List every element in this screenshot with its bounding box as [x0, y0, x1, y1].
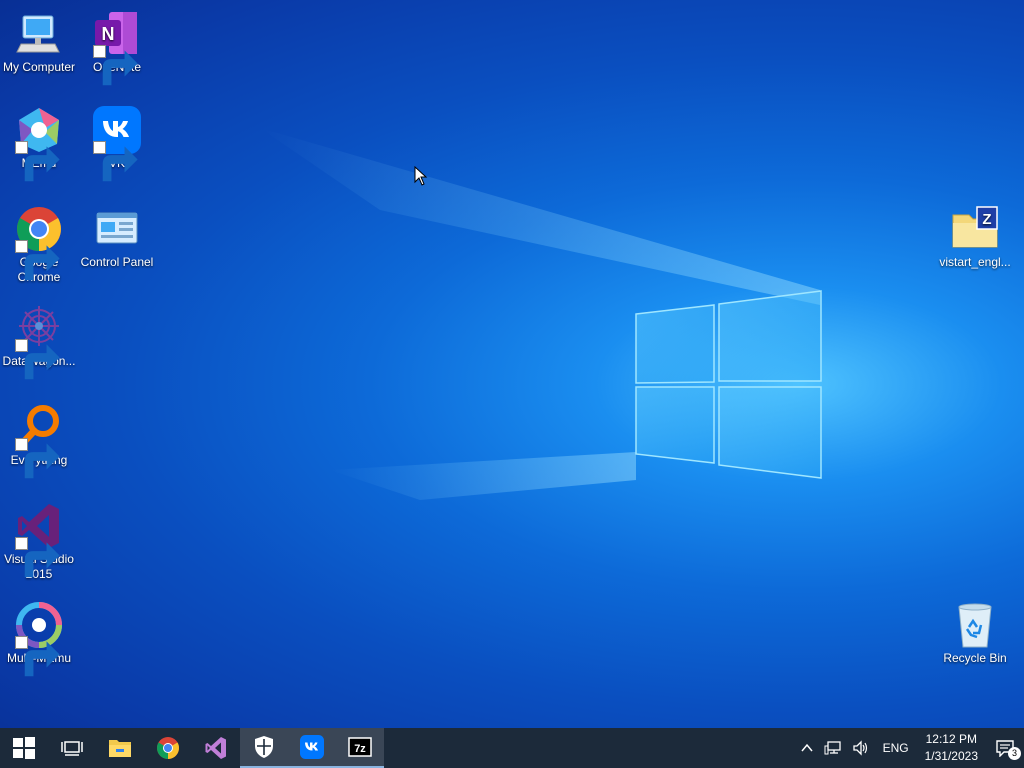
onenote-icon: N	[93, 10, 141, 86]
desktop-icon-label: My Computer	[2, 60, 76, 74]
control-panel-icon	[93, 205, 141, 253]
vk-button[interactable]	[288, 728, 336, 768]
shortcut-arrow-icon	[93, 141, 138, 182]
desktop-icon-onenote[interactable]: N OneNote	[78, 10, 156, 86]
recycle-bin-icon	[951, 601, 999, 649]
shortcut-arrow-icon	[15, 438, 60, 479]
security-button[interactable]	[240, 728, 288, 768]
taskbar: 7z ENG 12:12 PM 1/31/2023 3	[0, 728, 1024, 768]
visual-studio-icon	[15, 502, 63, 578]
chrome-icon	[15, 205, 63, 281]
desktop-icon-everything[interactable]: Everything	[0, 403, 78, 479]
desktop-icon-visual-studio[interactable]: Visual Studio 2015	[0, 502, 78, 582]
datawagon-icon	[15, 304, 63, 380]
chevron-up-icon	[801, 743, 813, 752]
desktop-icon-google-chrome[interactable]: Google Chrome	[0, 205, 78, 285]
svg-text:Z: Z	[982, 211, 991, 228]
file-explorer-button[interactable]	[96, 728, 144, 768]
action-center-button[interactable]: 3	[986, 728, 1024, 768]
visual-studio-icon	[205, 737, 226, 759]
system-tray: ENG 12:12 PM 1/31/2023 3	[795, 728, 1024, 768]
language-label: ENG	[882, 741, 909, 755]
task-view-icon	[61, 741, 83, 756]
language-indicator[interactable]: ENG	[875, 728, 917, 768]
show-hidden-icons-button[interactable]	[795, 728, 819, 768]
mouse-cursor-icon	[414, 166, 428, 186]
shield-icon	[255, 736, 273, 758]
notification-count-badge: 3	[1008, 747, 1021, 760]
chrome-icon	[157, 737, 179, 759]
vk-icon	[300, 735, 324, 759]
chrome-button[interactable]	[144, 728, 192, 768]
shortcut-arrow-icon	[15, 339, 60, 380]
desktop-icon-label: Control Panel	[80, 255, 154, 269]
zip-folder-icon: Z	[951, 205, 999, 253]
multi-memu-icon	[15, 601, 63, 677]
desktop-icon-control-panel[interactable]: Control Panel	[78, 205, 156, 270]
desktop-icon-label: vistart_engl...	[939, 255, 1011, 269]
7zip-button[interactable]: 7z	[336, 728, 384, 768]
clock[interactable]: 12:12 PM 1/31/2023	[917, 728, 986, 768]
memu-icon	[15, 106, 63, 182]
desktop-icon-multi-memu[interactable]: Multi-MEmu	[0, 601, 78, 677]
desktop-icon-vistart-zip[interactable]: Z vistart_engl...	[936, 205, 1014, 270]
desktop-icon-memu[interactable]: MEmu	[0, 106, 78, 182]
shortcut-arrow-icon	[93, 45, 138, 86]
svg-text:N: N	[102, 24, 115, 44]
shortcut-arrow-icon	[15, 240, 60, 281]
svg-text:7z: 7z	[354, 743, 366, 755]
task-view-button[interactable]	[48, 728, 96, 768]
desktop-icon-recycle-bin[interactable]: Recycle Bin	[936, 601, 1014, 666]
visual-studio-button[interactable]	[192, 728, 240, 768]
clock-date: 1/31/2023	[924, 749, 978, 763]
clock-time: 12:12 PM	[925, 732, 977, 746]
network-icon	[824, 741, 841, 755]
vk-icon	[93, 106, 141, 182]
shortcut-arrow-icon	[15, 537, 60, 578]
shortcut-arrow-icon	[15, 141, 60, 182]
desktop-icon-vk[interactable]: VK	[78, 106, 156, 182]
monitor-icon	[15, 10, 63, 58]
desktop-icon-label: Recycle Bin	[943, 651, 1007, 665]
start-button[interactable]	[0, 728, 48, 768]
folder-icon	[109, 740, 131, 757]
everything-search-icon	[15, 403, 63, 479]
desktop-icon-my-computer[interactable]: My Computer	[0, 10, 78, 75]
speaker-icon	[852, 740, 867, 756]
shortcut-arrow-icon	[15, 636, 60, 677]
7zip-icon: 7z	[348, 737, 372, 757]
network-button[interactable]	[819, 728, 847, 768]
windows-logo-icon	[13, 737, 35, 759]
volume-button[interactable]	[847, 728, 875, 768]
desktop-icon-datawagon[interactable]: DataWagon...	[0, 304, 78, 380]
